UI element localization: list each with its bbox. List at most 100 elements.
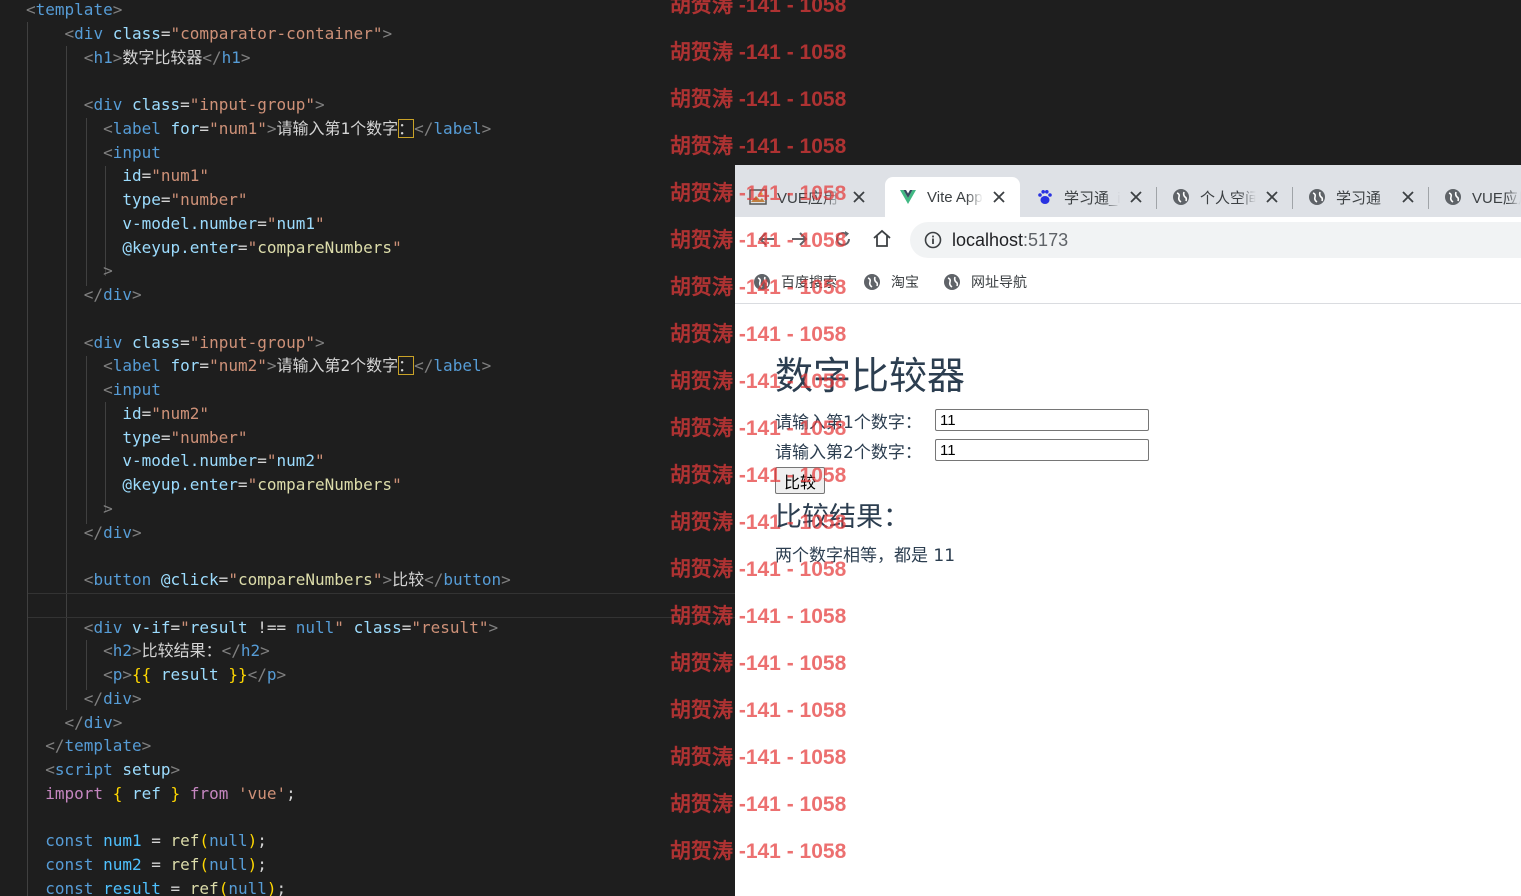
code-token: > <box>266 356 277 376</box>
code-token: label <box>433 118 482 138</box>
tab-separator <box>1292 187 1293 209</box>
code-line: id="num1" <box>26 164 209 188</box>
code-token: div <box>74 23 104 43</box>
url-host: localhost <box>952 230 1024 250</box>
code-token: " <box>392 237 402 257</box>
code-token: < <box>103 641 113 661</box>
code-token: result <box>189 617 248 637</box>
close-icon[interactable] <box>1128 189 1144 205</box>
code-token: class <box>131 95 181 114</box>
code-token: { <box>112 783 123 803</box>
code-token: > <box>315 95 325 114</box>
page-content: 数字比较器 请输入第1个数字： 请输入第2个数字： 比较 比较结果： 两个数字相… <box>735 304 1521 896</box>
info-icon[interactable] <box>924 231 942 249</box>
num2-input[interactable] <box>935 439 1149 461</box>
code-line: v-model.number="num2" <box>26 449 324 473</box>
compare-button[interactable]: 比较 <box>775 467 826 494</box>
code-token: "num1" <box>151 166 210 186</box>
tab-vue-app-1[interactable]: VUE应用 <box>735 177 880 217</box>
code-token: {{ <box>131 665 152 684</box>
code-token: ref <box>170 855 200 874</box>
code-token: ： <box>398 356 415 376</box>
tab-separator <box>1156 187 1157 209</box>
num1-input[interactable] <box>935 409 1149 431</box>
code-token: > <box>266 118 277 138</box>
code-token: " <box>315 213 325 233</box>
close-icon[interactable] <box>851 189 867 205</box>
forward-arrow-icon[interactable] <box>787 227 811 251</box>
code-token: > <box>112 712 123 732</box>
code-token: ( <box>218 878 229 896</box>
code-token: div <box>103 688 132 708</box>
tab-vite-app[interactable]: Vite App <box>885 177 1020 217</box>
bookmark-site-nav[interactable]: 网址导航 <box>943 271 1027 293</box>
code-editor[interactable]: <template> <div class="comparator-contai… <box>0 0 735 896</box>
code-token: = <box>141 166 152 186</box>
address-bar[interactable]: localhost:5173 <box>910 222 1521 258</box>
tab-xuexitong-1[interactable]: 学习通_ili <box>1022 177 1157 217</box>
code-token: result <box>103 878 161 896</box>
bookmark-baidu-search[interactable]: 百度搜索 <box>753 271 837 293</box>
code-token: = <box>160 23 171 43</box>
code-token: < <box>103 142 113 162</box>
code-token: = <box>199 356 210 376</box>
code-token: ref <box>131 783 161 803</box>
code-line: <div class="comparator-container"> <box>26 22 393 46</box>
code-token: > <box>131 522 142 542</box>
bookmark-label: 网址导航 <box>971 274 1027 290</box>
code-token: </ <box>202 47 222 67</box>
home-icon[interactable] <box>870 227 894 251</box>
code-token: = <box>160 878 190 896</box>
reload-icon[interactable] <box>831 227 855 251</box>
tab-personal-space[interactable]: 个人空间 <box>1158 177 1293 217</box>
code-line: <template> <box>26 0 122 22</box>
code-token: > <box>103 261 113 281</box>
code-token: " <box>247 475 258 494</box>
code-token: > <box>315 332 325 352</box>
code-token: v-model.number <box>122 213 258 233</box>
code-line: type="number" <box>26 188 247 212</box>
current-line-highlight-top <box>28 593 735 594</box>
image-icon <box>749 189 767 205</box>
close-icon[interactable] <box>1400 189 1416 205</box>
globe-icon <box>944 274 960 290</box>
code-token: null <box>295 617 335 637</box>
code-token: = <box>160 190 171 209</box>
code-token: result <box>160 665 219 684</box>
tab-xuexitong-2[interactable]: 学习通 <box>1294 177 1429 217</box>
close-icon[interactable] <box>991 189 1007 205</box>
code-line: <input <box>26 141 161 165</box>
close-icon[interactable] <box>1264 189 1280 205</box>
back-arrow-icon[interactable] <box>755 227 779 251</box>
tab-vue-app-2[interactable]: VUE应用 <box>1430 177 1521 217</box>
code-token: null <box>209 831 248 851</box>
tab-label: 学习通_ili <box>1064 189 1120 207</box>
code-line: <h2>比较结果：</h2> <box>26 639 270 663</box>
code-token: ) <box>266 878 277 896</box>
code-token: > <box>112 0 123 19</box>
code-line: <div v-if="result !== null" class="resul… <box>26 616 498 640</box>
code-line: import { ref } from 'vue'; <box>26 782 296 806</box>
code-token: < <box>103 118 113 138</box>
code-token: </ <box>221 641 241 661</box>
code-line: </div> <box>26 283 142 307</box>
code-token: < <box>83 332 94 352</box>
bookmark-taobao[interactable]: 淘宝 <box>863 271 919 293</box>
code-line: <input <box>26 378 161 402</box>
